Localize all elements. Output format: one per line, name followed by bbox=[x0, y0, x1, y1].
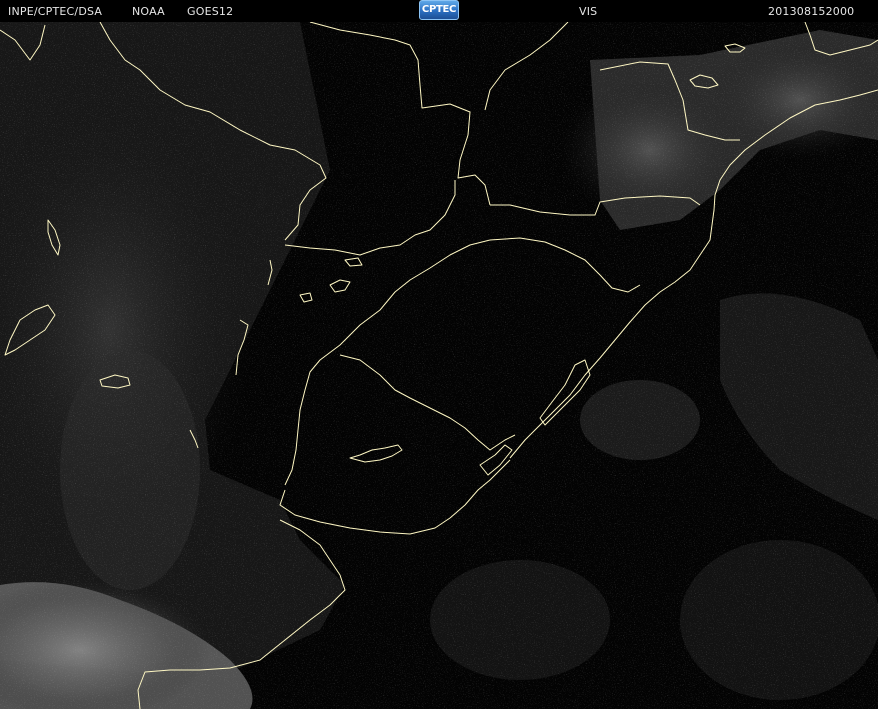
image-grain bbox=[0, 22, 878, 709]
agency-label: NOAA bbox=[132, 5, 165, 18]
channel-label: VIS bbox=[579, 5, 598, 18]
organization-label: INPE/CPTEC/DSA bbox=[8, 5, 103, 18]
logo-text: CPTEC bbox=[421, 4, 457, 15]
timestamp-label: 201308152000 bbox=[768, 5, 855, 18]
satellite-image-map bbox=[0, 22, 878, 709]
satellite-image-viewer: INPE/CPTEC/DSA NOAA GOES12 VIS 201308152… bbox=[0, 0, 878, 709]
satellite-label: GOES12 bbox=[187, 5, 234, 18]
cptec-logo: CPTEC bbox=[419, 0, 459, 20]
